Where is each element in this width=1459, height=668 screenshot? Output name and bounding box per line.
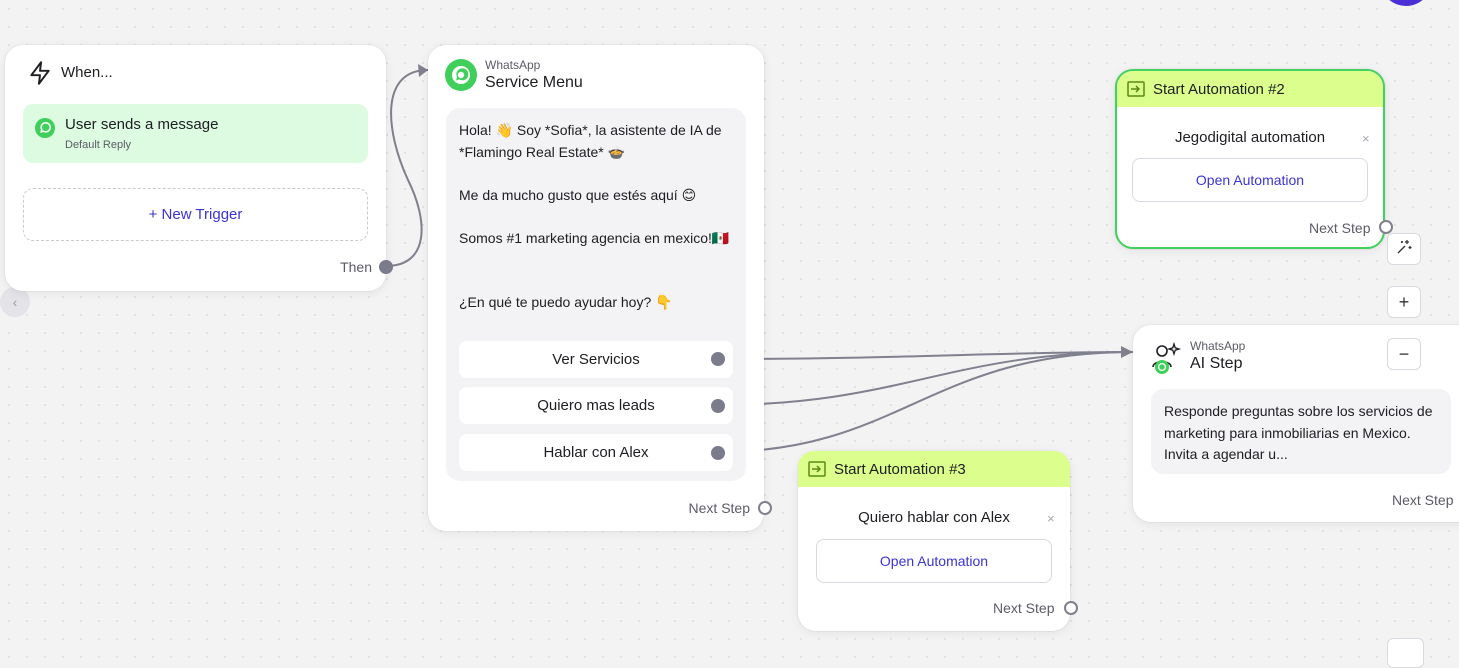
start-automation-3-card[interactable]: Start Automation #3 Quiero hablar con Al… xyxy=(798,451,1078,631)
then-label: Then xyxy=(340,259,372,275)
service-menu-kicker: WhatsApp xyxy=(485,58,541,72)
next-step-label: Next Step xyxy=(993,600,1055,616)
automation-header-title: Start Automation #2 xyxy=(1153,80,1285,98)
quick-reply-hablar-alex[interactable]: Hablar con Alex xyxy=(459,434,733,471)
whatsapp-icon xyxy=(445,59,477,96)
magic-wand-button[interactable] xyxy=(1387,233,1421,265)
edge-then-to-service xyxy=(385,69,429,267)
next-step-label: Next Step xyxy=(1392,492,1454,508)
chevron-left-icon: ‹ xyxy=(12,294,18,310)
enter-arrow-icon xyxy=(808,461,826,481)
trigger-item-label: User sends a message xyxy=(65,116,219,133)
ai-step-title: AI Step xyxy=(1190,355,1243,372)
zoom-in-button[interactable]: + xyxy=(1387,286,1421,318)
collapse-panel-button[interactable]: ‹ xyxy=(0,287,30,317)
ai-user-icon xyxy=(1151,341,1185,381)
whatsapp-icon xyxy=(35,118,55,143)
port-quiero-leads[interactable] xyxy=(711,399,725,413)
next-step-port[interactable] xyxy=(1064,601,1078,615)
trigger-card[interactable]: When... User sends a message Default Rep… xyxy=(5,45,393,291)
message-bubble[interactable]: Hola! 👋 Soy *Sofia*, la asistente de IA … xyxy=(446,108,746,481)
edge-arrow-service xyxy=(418,64,428,77)
automation-name: Jegodigital automation xyxy=(1174,129,1326,146)
ai-step-kicker: WhatsApp xyxy=(1190,339,1246,353)
message-text: Hola! 👋 Soy *Sofia*, la asistente de IA … xyxy=(459,122,730,310)
then-port[interactable] xyxy=(379,260,393,274)
trigger-item-user-message[interactable]: User sends a message Default Reply xyxy=(23,104,368,163)
user-avatar[interactable] xyxy=(1380,0,1432,6)
automation-header-title: Start Automation #3 xyxy=(834,460,966,478)
trigger-title: When... xyxy=(61,64,113,81)
next-step-port[interactable] xyxy=(1379,220,1393,234)
automation-header: Start Automation #3 xyxy=(798,451,1070,487)
service-menu-title: Service Menu xyxy=(485,74,583,91)
minus-icon: − xyxy=(1398,343,1410,364)
enter-arrow-icon xyxy=(1127,81,1145,101)
edge-arrow-ai xyxy=(1121,346,1133,358)
next-step-label: Next Step xyxy=(688,500,750,516)
next-step-label: Next Step xyxy=(1309,220,1371,236)
open-automation-button[interactable]: Open Automation xyxy=(816,539,1052,583)
plus-icon: + xyxy=(1398,291,1410,312)
open-automation-button[interactable]: Open Automation xyxy=(1132,158,1368,202)
new-trigger-button[interactable]: + New Trigger xyxy=(23,188,368,241)
fit-view-button[interactable] xyxy=(1387,638,1424,668)
port-hablar-alex[interactable] xyxy=(711,446,725,460)
quick-reply-quiero-leads[interactable]: Quiero mas leads xyxy=(459,387,733,424)
lightning-icon xyxy=(27,60,53,91)
edge-quiero-leads xyxy=(717,351,1134,406)
zoom-out-button[interactable]: − xyxy=(1387,338,1421,370)
ai-step-description[interactable]: Responde preguntas sobre los servicios d… xyxy=(1151,389,1451,474)
trigger-item-sub: Default Reply xyxy=(65,139,132,151)
edge-ver-servicios xyxy=(717,351,1134,360)
quick-reply-ver-servicios[interactable]: Ver Servicios xyxy=(459,341,733,378)
automation-header: Start Automation #2 xyxy=(1117,71,1383,107)
edge-hablar-alex xyxy=(717,351,1134,453)
magic-wand-icon xyxy=(1395,238,1413,261)
next-step-port[interactable] xyxy=(758,501,772,515)
start-automation-2-card[interactable]: Start Automation #2 Jegodigital automati… xyxy=(1115,69,1393,249)
service-menu-card[interactable]: WhatsApp Service Menu Hola! 👋 Soy *Sofia… xyxy=(428,45,772,531)
port-ver-servicios[interactable] xyxy=(711,352,725,366)
close-icon[interactable]: × xyxy=(1047,511,1055,526)
automation-name: Quiero hablar con Alex xyxy=(858,509,1010,526)
close-icon[interactable]: × xyxy=(1362,131,1370,146)
